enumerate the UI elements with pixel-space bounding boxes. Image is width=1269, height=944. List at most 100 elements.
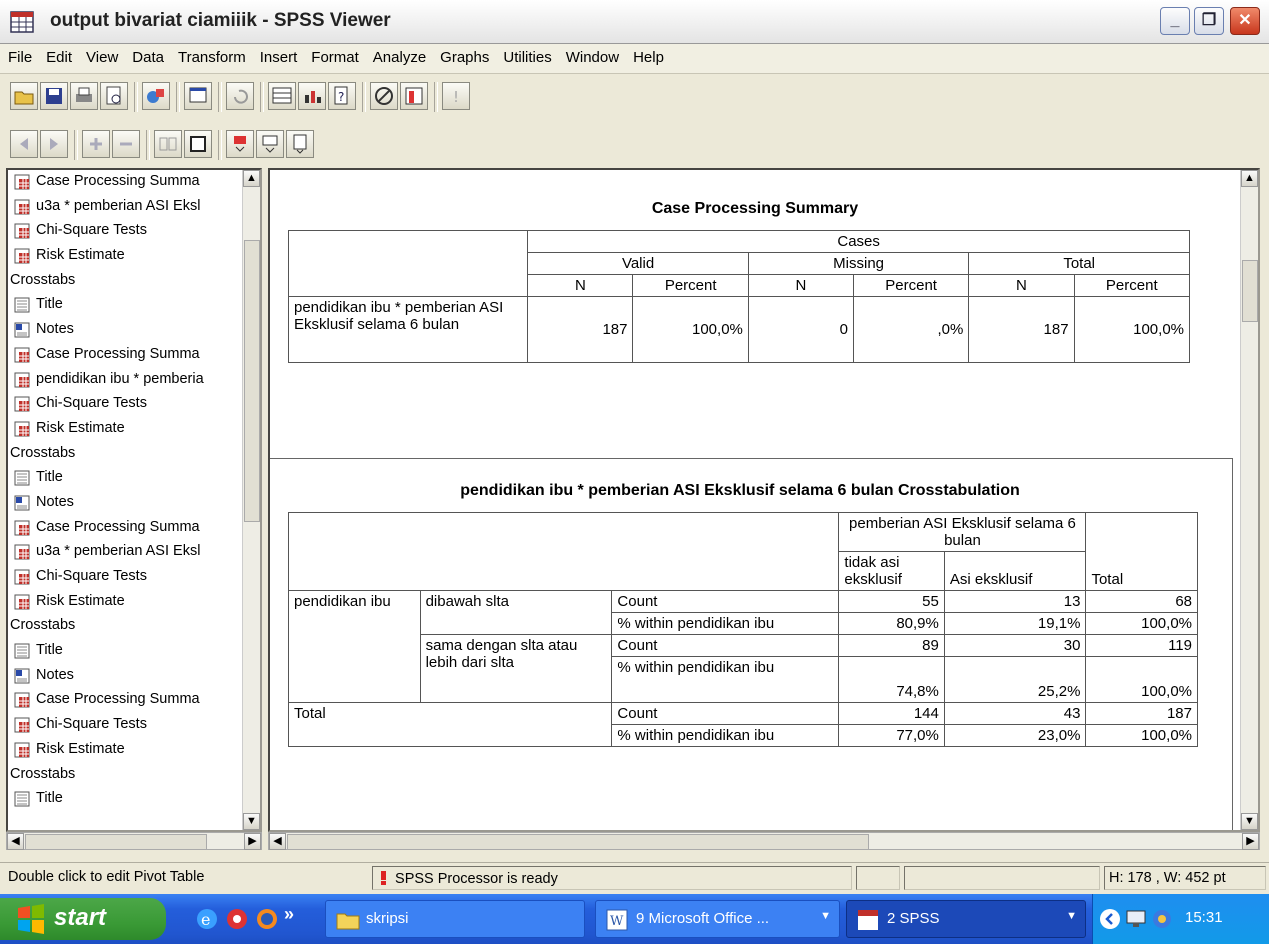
tray-back-icon[interactable]	[1099, 908, 1121, 930]
menu-window[interactable]: Window	[558, 44, 625, 66]
ie-icon[interactable]: e	[194, 906, 220, 932]
scroll-thumb[interactable]	[25, 834, 207, 850]
antivirus-icon[interactable]	[1151, 908, 1173, 930]
browser-icon[interactable]	[224, 906, 250, 932]
show-all-icon[interactable]: !	[442, 82, 470, 110]
goto-chart-icon[interactable]	[298, 82, 326, 110]
outline-item[interactable]: Risk Estimate	[8, 738, 260, 763]
minimize-button[interactable]: _	[1160, 7, 1190, 35]
menu-view[interactable]: View	[78, 44, 124, 66]
menu-insert[interactable]: Insert	[252, 44, 304, 66]
outline-item[interactable]: Notes	[8, 318, 260, 343]
insert-heading-icon[interactable]	[226, 130, 254, 158]
outline-item[interactable]: Chi-Square Tests	[8, 713, 260, 738]
use-sets-icon[interactable]	[370, 82, 398, 110]
output-horizontal-scrollbar[interactable]: ◀ ▶	[268, 832, 1260, 850]
word-icon: W	[606, 909, 628, 931]
insert-title-icon[interactable]	[256, 130, 284, 158]
outline-item[interactable]: Case Processing Summa	[8, 170, 260, 195]
promote-icon[interactable]	[10, 130, 38, 158]
export-icon[interactable]	[142, 82, 170, 110]
output-vertical-scrollbar[interactable]: ▲ ▼	[1240, 170, 1258, 830]
count-label: Count	[611, 634, 840, 657]
maximize-button[interactable]: ❐	[1194, 7, 1224, 35]
print-preview-icon[interactable]	[100, 82, 128, 110]
start-button[interactable]: start	[0, 898, 166, 940]
outline-horizontal-scrollbar[interactable]: ◀ ▶	[6, 832, 262, 850]
output-pane[interactable]: Case Processing Summary Cases Valid Miss…	[268, 168, 1260, 832]
task-spss[interactable]: 2 SPSS ▼	[846, 900, 1086, 938]
dialog-recall-icon[interactable]	[184, 82, 212, 110]
scroll-right-icon[interactable]: ▶	[244, 833, 261, 850]
open-folder-icon[interactable]	[10, 82, 38, 110]
menu-utilities[interactable]: Utilities	[495, 44, 557, 66]
outline-vertical-scrollbar[interactable]: ▲ ▼	[242, 170, 260, 830]
expand-icon[interactable]	[82, 130, 110, 158]
scroll-down-icon[interactable]: ▼	[243, 813, 260, 830]
menu-edit[interactable]: Edit	[38, 44, 78, 66]
outline-item[interactable]: Title	[8, 639, 260, 664]
menu-data[interactable]: Data	[124, 44, 170, 66]
outline-item[interactable]: Chi-Square Tests	[8, 219, 260, 244]
quicklaunch-chevron[interactable]: »	[284, 904, 294, 925]
outline-item[interactable]: Risk Estimate	[8, 244, 260, 269]
outline-item[interactable]: Crosstabs	[8, 269, 260, 294]
scroll-up-icon[interactable]: ▲	[243, 170, 260, 187]
close-button[interactable]: ✕	[1230, 7, 1260, 35]
table-icon	[14, 223, 30, 239]
outline-item[interactable]: Crosstabs	[8, 442, 260, 467]
case-processing-table[interactable]: Cases Valid Missing Total N Percent N Pe…	[287, 230, 1191, 363]
scroll-up-icon[interactable]: ▲	[1241, 170, 1258, 187]
title-icon	[14, 791, 30, 807]
task-microsoft-office[interactable]: W 9 Microsoft Office ... ▼	[595, 900, 840, 938]
outline-pane[interactable]: Case Processing Summa u3a * pemberian ASI…	[6, 168, 262, 832]
outline-item[interactable]: Case Processing Summa	[8, 516, 260, 541]
window-titlebar[interactable]: output bivariat ciamiiik - SPSS Viewer _…	[0, 0, 1269, 44]
outline-item[interactable]: Chi-Square Tests	[8, 565, 260, 590]
crosstab-table[interactable]: pemberian ASI Eksklusif selama 6 bulan T…	[287, 512, 1198, 747]
scroll-thumb[interactable]	[1242, 260, 1258, 322]
menu-graphs[interactable]: Graphs	[432, 44, 495, 66]
collapse-icon[interactable]	[112, 130, 140, 158]
outline-item[interactable]: Notes	[8, 664, 260, 689]
demote-icon[interactable]	[40, 130, 68, 158]
show-icon[interactable]	[154, 130, 182, 158]
outline-item[interactable]: Crosstabs	[8, 614, 260, 639]
insert-text-icon[interactable]	[286, 130, 314, 158]
firefox-icon[interactable]	[254, 906, 280, 932]
scroll-thumb[interactable]	[244, 240, 260, 522]
undo-icon[interactable]	[226, 82, 254, 110]
print-icon[interactable]	[70, 82, 98, 110]
menu-analyze[interactable]: Analyze	[365, 44, 432, 66]
scroll-right-icon[interactable]: ▶	[1242, 833, 1259, 850]
outline-item[interactable]: Risk Estimate	[8, 417, 260, 442]
outline-item[interactable]: Notes	[8, 491, 260, 516]
scroll-left-icon[interactable]: ◀	[269, 833, 286, 850]
menu-format[interactable]: Format	[303, 44, 365, 66]
outline-item[interactable]: Chi-Square Tests	[8, 392, 260, 417]
outline-item[interactable]: Title	[8, 787, 260, 812]
save-icon[interactable]	[40, 82, 68, 110]
total-row-label: Total	[287, 702, 613, 747]
outline-item[interactable]: u3a * pemberian ASI Eksl	[8, 540, 260, 565]
select-cases-icon[interactable]	[400, 82, 428, 110]
scroll-left-icon[interactable]: ◀	[7, 833, 24, 850]
outline-item[interactable]: u3a * pemberian ASI Eksl	[8, 195, 260, 220]
goto-data-icon[interactable]	[268, 82, 296, 110]
outline-item[interactable]: Case Processing Summa	[8, 688, 260, 713]
menu-transform[interactable]: Transform	[170, 44, 252, 66]
variables-icon[interactable]: ?	[328, 82, 356, 110]
network-icon[interactable]	[1125, 908, 1147, 930]
outline-item[interactable]: Risk Estimate	[8, 590, 260, 615]
hide-icon[interactable]	[184, 130, 212, 158]
outline-item[interactable]: Case Processing Summa	[8, 343, 260, 368]
outline-item[interactable]: Title	[8, 293, 260, 318]
menu-help[interactable]: Help	[625, 44, 670, 66]
menu-file[interactable]: File	[0, 44, 38, 66]
scroll-down-icon[interactable]: ▼	[1241, 813, 1258, 830]
outline-item[interactable]: Title	[8, 466, 260, 491]
task-skripsi[interactable]: skripsi	[325, 900, 585, 938]
scroll-thumb[interactable]	[287, 834, 869, 850]
outline-item[interactable]: Crosstabs	[8, 763, 260, 788]
outline-item[interactable]: pendidikan ibu * pemberia	[8, 368, 260, 393]
